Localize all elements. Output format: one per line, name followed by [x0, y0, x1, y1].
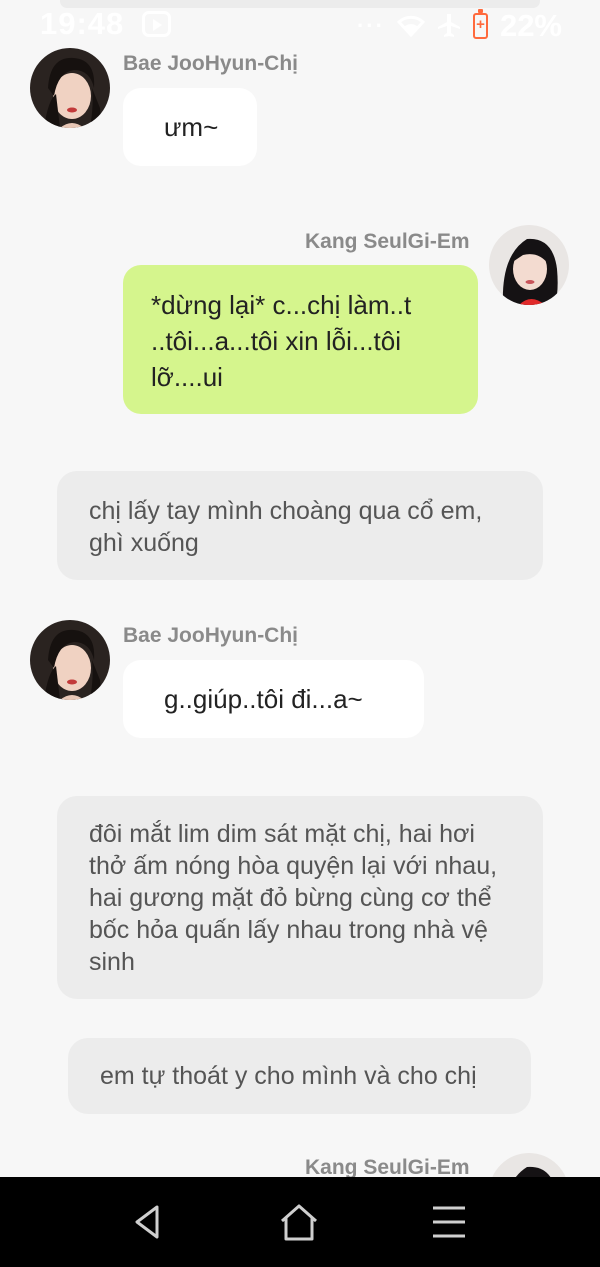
narration-box: đôi mắt lim dim sát mặt chị, hai hơi thở… [57, 796, 543, 999]
navigation-bar [0, 1177, 600, 1267]
menu-icon[interactable] [424, 1199, 474, 1245]
narration-box: em tự thoát y cho mình và cho chị [68, 1038, 531, 1114]
narration-text: đôi mắt lim dim sát mặt chị, hai hơi thở… [89, 820, 498, 976]
battery-percentage: 22% [499, 8, 562, 43]
battery-icon: + [472, 9, 488, 39]
narration-text: em tự thoát y cho mình và cho chị [100, 1062, 477, 1090]
avatar-bae-joohyun[interactable] [30, 48, 110, 128]
narration-box: chị lấy tay mình choàng qua cổ em, ghì x… [57, 471, 543, 580]
sender-name: Bae JooHyun-Chị [123, 624, 299, 647]
youtube-icon [142, 11, 171, 37]
wifi-icon [396, 15, 425, 38]
message-bubble[interactable]: *dừng lại* c...chị làm..t ..tôi...a...tô… [123, 265, 478, 414]
avatar-kang-seulgi[interactable] [489, 225, 569, 305]
status-right-cluster: ··· + 22% [357, 6, 562, 46]
status-bar: 19:48 ··· + 22% [0, 0, 600, 52]
narration-text: chị lấy tay mình choàng qua cổ em, ghì x… [89, 497, 483, 557]
sender-name: Bae JooHyun-Chị [123, 52, 299, 75]
sender-name: Kang SeulGi-Em [305, 230, 470, 253]
message-text: ưm~ [164, 112, 219, 142]
message-text: *dừng lại* c...chị làm..t ..tôi...a...tô… [151, 290, 412, 392]
message-bubble[interactable]: g..giúp..tôi đi...a~ [123, 660, 424, 738]
message-bubble[interactable]: ưm~ [123, 88, 257, 166]
status-time: 19:48 [40, 6, 125, 41]
home-icon[interactable] [274, 1199, 324, 1245]
back-triangle-icon[interactable] [123, 1199, 173, 1245]
airplane-mode-icon [437, 14, 460, 37]
avatar-bae-joohyun[interactable] [30, 620, 110, 700]
more-dots-icon: ··· [356, 13, 385, 38]
message-text: g..giúp..tôi đi...a~ [164, 684, 363, 714]
